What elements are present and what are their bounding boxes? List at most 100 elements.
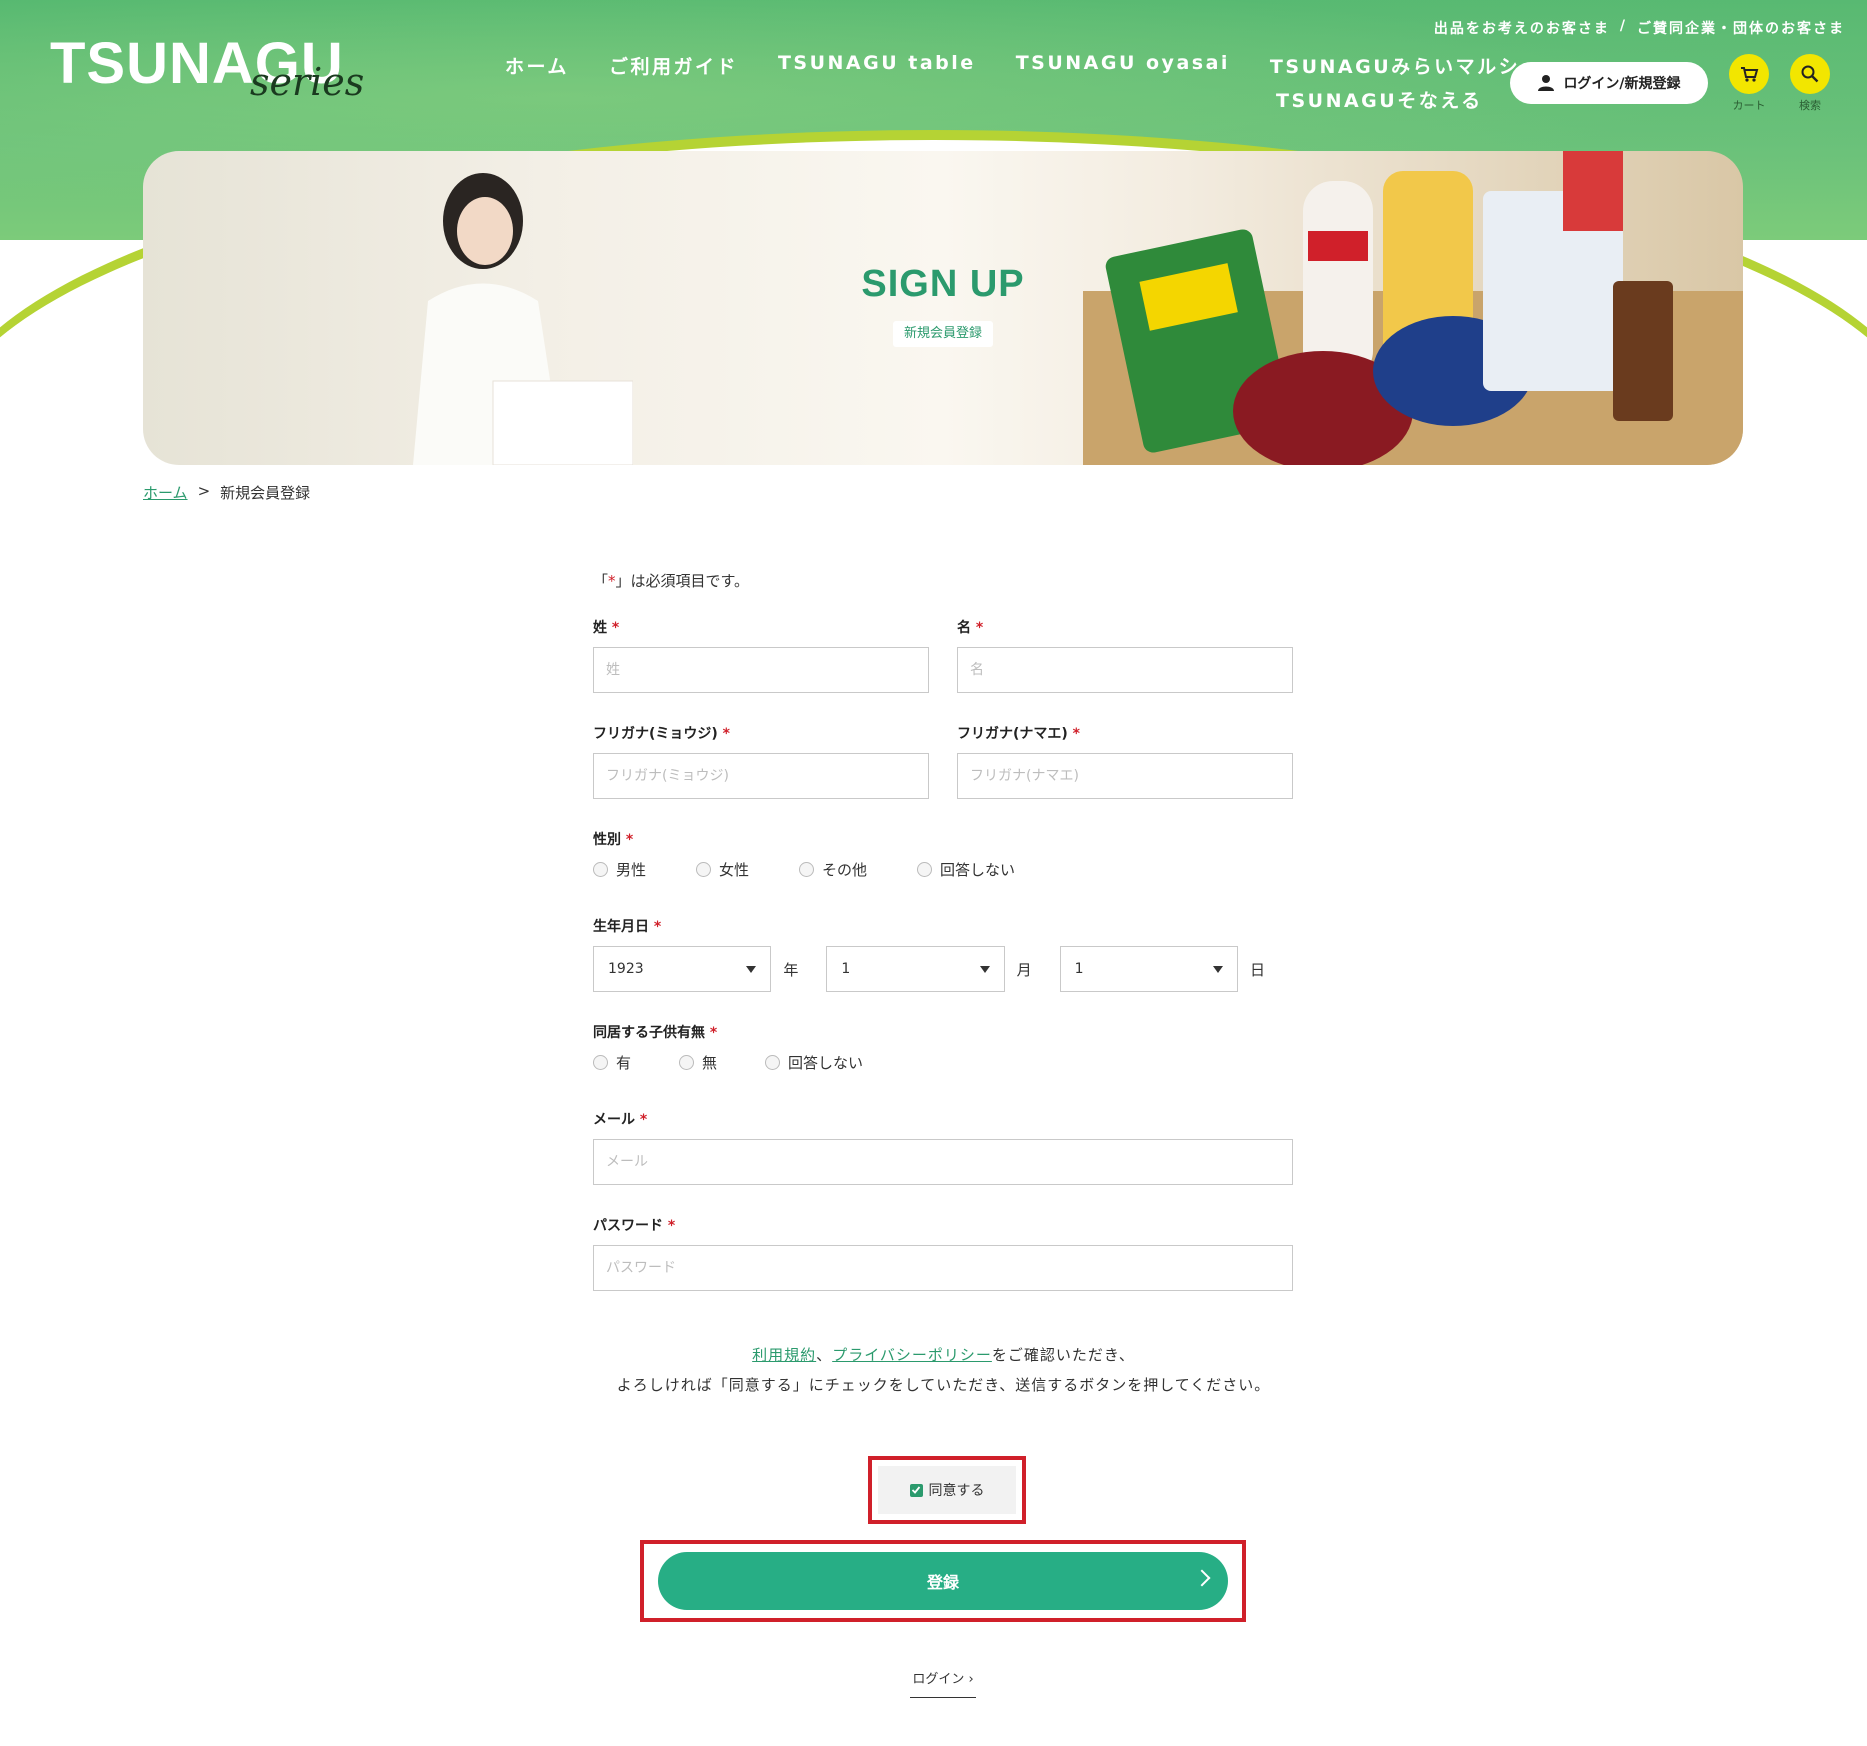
first-name-input[interactable] xyxy=(957,647,1293,693)
radio-button[interactable] xyxy=(679,1055,695,1070)
gender-label-text: 性別 xyxy=(593,832,621,848)
nav-item-table[interactable]: TSUNAGU table xyxy=(778,52,976,79)
privacy-policy-link[interactable]: プライバシーポリシー xyxy=(832,1346,992,1364)
kana-first-label-text: フリガナ(ナマエ) xyxy=(957,726,1068,742)
terms-line-1: 利用規約、プライバシーポリシーをご確認いただき、 xyxy=(560,1340,1327,1370)
chevron-right-icon xyxy=(1193,1569,1211,1587)
birth-year-select[interactable]: 1923 xyxy=(593,946,772,992)
birth-year-value: 1923 xyxy=(608,961,644,977)
children-option-yes[interactable]: 有 xyxy=(593,1052,631,1073)
radio-button[interactable] xyxy=(696,862,712,877)
radio-label: 回答しない xyxy=(788,1054,864,1072)
top-link-supporters[interactable]: ご賛同企業・団体のお客さま xyxy=(1637,18,1845,38)
search-icon xyxy=(1801,65,1819,83)
search-button[interactable] xyxy=(1790,54,1830,94)
cart-button[interactable] xyxy=(1729,54,1769,94)
radio-label: 回答しない xyxy=(940,861,1016,879)
chevron-down-icon xyxy=(979,965,990,973)
first-name-label: 名 * xyxy=(957,617,1293,637)
radio-button[interactable] xyxy=(593,862,608,877)
terms-of-use-link[interactable]: 利用規約 xyxy=(752,1346,816,1364)
top-links: 出品をお考えのお客さま / ご賛同企業・団体のお客さま xyxy=(1434,18,1845,38)
kana-last-input[interactable] xyxy=(593,753,929,799)
terms-line-2: よろしければ「同意する」にチェックをしていただき、送信するボタンを押してください… xyxy=(616,1376,1271,1394)
required-note: 「*」は必須項目です。 xyxy=(593,570,1293,591)
cart-caption: カート xyxy=(1732,99,1766,112)
gender-option-male[interactable]: 男性 xyxy=(593,859,646,880)
terms-separator: 、 xyxy=(816,1346,833,1364)
radio-button[interactable] xyxy=(917,862,933,877)
breadcrumb-home-link[interactable]: ホーム xyxy=(143,482,188,503)
hero-banner: SIGN UP 新規会員登録 xyxy=(143,151,1743,465)
last-name-input[interactable] xyxy=(593,647,929,693)
children-option-no-answer[interactable]: 回答しない xyxy=(765,1052,863,1073)
chevron-down-icon xyxy=(746,965,757,973)
cart-icon xyxy=(1741,67,1759,82)
kana-first-input[interactable] xyxy=(957,753,1293,799)
required-mark: * xyxy=(639,1112,648,1128)
first-name-label-text: 名 xyxy=(957,620,971,636)
required-mark: * xyxy=(709,1025,718,1041)
hero-person-illustration xyxy=(413,173,633,465)
birthdate-label-text: 生年月日 xyxy=(593,919,649,935)
required-mark: * xyxy=(1072,726,1080,742)
birth-month-select[interactable]: 1 xyxy=(826,946,1005,992)
email-input[interactable] xyxy=(593,1139,1293,1185)
password-input[interactable] xyxy=(593,1245,1293,1291)
nav-item-home[interactable]: ホーム xyxy=(505,52,569,79)
radio-label: 男性 xyxy=(616,861,647,879)
required-note-open: 「 xyxy=(593,572,609,590)
year-unit: 年 xyxy=(783,960,799,979)
kana-last-label: フリガナ(ミョウジ) * xyxy=(593,723,929,743)
radio-label: 無 xyxy=(702,1054,718,1072)
children-label: 同居する子供有無 * xyxy=(593,1022,1293,1042)
password-label-text: パスワード xyxy=(593,1218,663,1234)
children-radio-group: 有 無 回答しない xyxy=(593,1052,1293,1073)
hero-products-image xyxy=(1083,151,1743,465)
radio-button[interactable] xyxy=(765,1055,781,1070)
gender-option-no-answer[interactable]: 回答しない xyxy=(917,859,1015,880)
birth-day-value: 1 xyxy=(1074,961,1084,977)
user-icon xyxy=(1538,75,1555,91)
children-option-no[interactable]: 無 xyxy=(679,1052,717,1073)
hero-subtitle: 新規会員登録 xyxy=(893,321,993,347)
login-register-label: ログイン/新規登録 xyxy=(1563,76,1681,92)
register-submit-button[interactable]: 登録 xyxy=(658,1552,1228,1610)
nav-item-sonaeru[interactable]: TSUNAGUそなえる xyxy=(1276,86,1483,113)
birthdate-label: 生年月日 * xyxy=(593,916,1293,936)
radio-button[interactable] xyxy=(799,862,815,877)
gender-option-other[interactable]: その他 xyxy=(799,859,867,880)
birth-month-value: 1 xyxy=(841,961,851,977)
nav-item-oyasai[interactable]: TSUNAGU oyasai xyxy=(1016,52,1230,79)
login-register-button[interactable]: ログイン/新規登録 xyxy=(1510,62,1708,104)
terms-line-1-tail: をご確認いただき、 xyxy=(991,1346,1135,1364)
breadcrumb-current: 新規会員登録 xyxy=(220,484,311,502)
gender-option-female[interactable]: 女性 xyxy=(696,859,749,880)
required-note-text: 」は必須項目です。 xyxy=(615,572,750,590)
required-mark: * xyxy=(625,832,634,848)
last-name-label: 姓 * xyxy=(593,617,929,637)
password-label: パスワード * xyxy=(593,1215,1293,1235)
search-caption: 検索 xyxy=(1799,99,1821,112)
kana-first-label: フリガナ(ナマエ) * xyxy=(957,723,1293,743)
agree-highlight-frame: 同意する xyxy=(868,1456,1026,1524)
nav-item-guide[interactable]: ご利用ガイド xyxy=(609,52,738,79)
agree-checkbox[interactable] xyxy=(909,1483,923,1497)
login-link[interactable]: ログイン › xyxy=(910,1668,976,1698)
signup-form: 「*」は必須項目です。 姓 * 名 * フリガナ(ミョウジ) * フリガナ(ナマ… xyxy=(593,570,1293,1321)
birth-day-select[interactable]: 1 xyxy=(1059,946,1238,992)
radio-label: 有 xyxy=(616,1054,632,1072)
day-unit: 日 xyxy=(1249,960,1265,979)
children-label-text: 同居する子供有無 xyxy=(593,1025,705,1041)
site-logo[interactable]: TSUNAGU series xyxy=(50,30,370,110)
radio-label: 女性 xyxy=(719,861,750,879)
top-link-sellers[interactable]: 出品をお考えのお客さま xyxy=(1434,18,1610,38)
agree-checkbox-field[interactable]: 同意する xyxy=(878,1466,1016,1514)
nav-item-marche[interactable]: TSUNAGUみらいマルシェ xyxy=(1270,52,1542,79)
birthdate-selects: 1923 年 1 月 1 日 xyxy=(593,946,1293,992)
submit-highlight-frame: 登録 xyxy=(640,1540,1246,1622)
radio-button[interactable] xyxy=(593,1055,608,1070)
required-mark: * xyxy=(653,919,662,935)
required-mark: * xyxy=(975,620,984,636)
main-nav: ホーム ご利用ガイド TSUNAGU table TSUNAGU oyasai … xyxy=(505,52,1542,79)
